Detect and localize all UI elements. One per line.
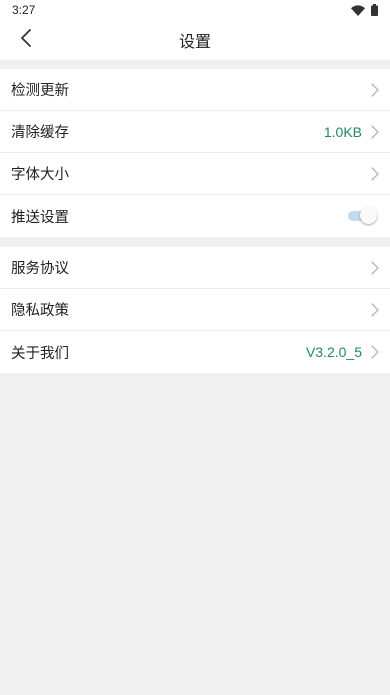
font-size-row[interactable]: 字体大小 (0, 153, 390, 195)
chevron-right-icon (370, 302, 380, 318)
chevron-left-icon (20, 29, 32, 51)
wifi-icon (351, 1, 365, 20)
nav-bar: 设置 (0, 20, 390, 60)
push-settings-row: 推送设置 (0, 195, 390, 237)
settings-group-general: 检测更新 清除缓存 1.0KB 字体大小 推送设置 (0, 69, 390, 237)
privacy-policy-label: 隐私政策 (11, 303, 69, 319)
about-us-row[interactable]: 关于我们 V3.2.0_5 (0, 331, 390, 373)
about-us-label: 关于我们 (11, 345, 69, 362)
status-icons (351, 1, 378, 20)
clear-cache-row[interactable]: 清除缓存 1.0KB (0, 111, 390, 153)
chevron-right-icon (370, 344, 380, 360)
back-button[interactable] (10, 20, 42, 60)
chevron-right-icon (370, 82, 380, 98)
font-size-label: 字体大小 (11, 167, 69, 183)
battery-icon (371, 1, 378, 20)
service-agreement-row[interactable]: 服务协议 (0, 247, 390, 289)
settings-screen: 3:27 设置 检测更新 清除缓存 1.0KB 字体大小 推送设置 服务协议 隐… (0, 0, 390, 695)
privacy-policy-row[interactable]: 隐私政策 (0, 289, 390, 331)
settings-group-about: 服务协议 隐私政策 关于我们 V3.2.0_5 (0, 247, 390, 373)
status-time: 3:27 (12, 3, 36, 17)
push-settings-label: 推送设置 (11, 209, 69, 226)
cache-size-value: 1.0KB (323, 123, 362, 140)
chevron-right-icon (370, 260, 380, 276)
service-agreement-label: 服务协议 (11, 261, 69, 277)
check-update-row[interactable]: 检测更新 (0, 69, 390, 111)
chevron-right-icon (370, 124, 380, 140)
status-bar: 3:27 (0, 0, 390, 20)
toggle-knob (360, 207, 377, 224)
page-title: 设置 (178, 32, 211, 51)
push-toggle[interactable] (348, 206, 378, 226)
chevron-right-icon (370, 166, 380, 182)
check-update-label: 检测更新 (11, 83, 69, 99)
clear-cache-label: 清除缓存 (11, 125, 69, 141)
version-value: V3.2.0_5 (305, 344, 362, 360)
